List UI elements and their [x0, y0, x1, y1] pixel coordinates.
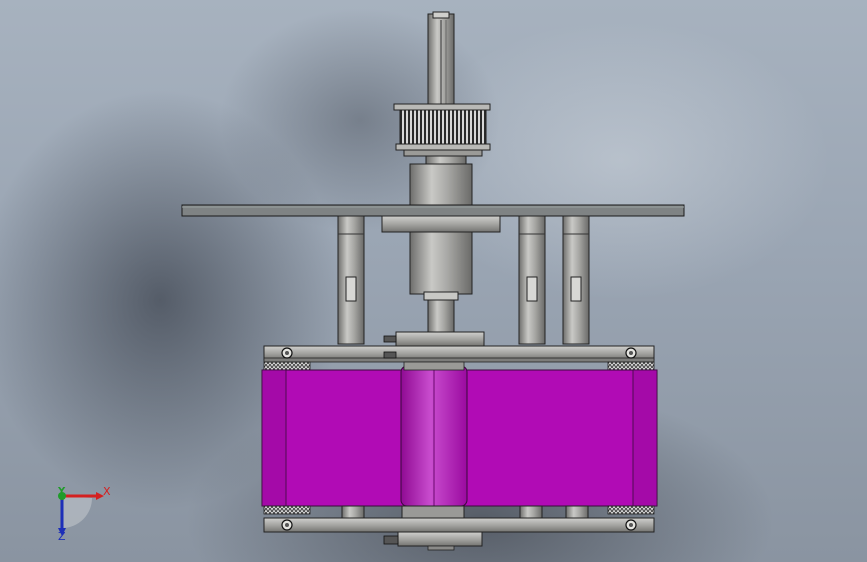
mounting-plate[interactable] [181, 204, 685, 217]
support-post-mid[interactable] [518, 215, 546, 345]
support-post-left[interactable] [337, 215, 365, 345]
timing-pulley[interactable] [393, 103, 491, 157]
conveyor-belt[interactable] [261, 361, 658, 507]
support-post-right[interactable] [562, 215, 590, 345]
triad-z-label: Z [58, 530, 66, 543]
triad-y-label: Y [58, 486, 66, 497]
triad-x-label: X [103, 485, 111, 498]
shaft-flange[interactable] [381, 215, 501, 335]
frame-bar-bottom[interactable] [263, 505, 655, 551]
graphics-viewport[interactable]: X Y Z [0, 0, 867, 562]
top-shaft[interactable] [427, 11, 455, 115]
cad-model[interactable] [0, 0, 867, 562]
bearing-housing[interactable] [409, 155, 473, 207]
